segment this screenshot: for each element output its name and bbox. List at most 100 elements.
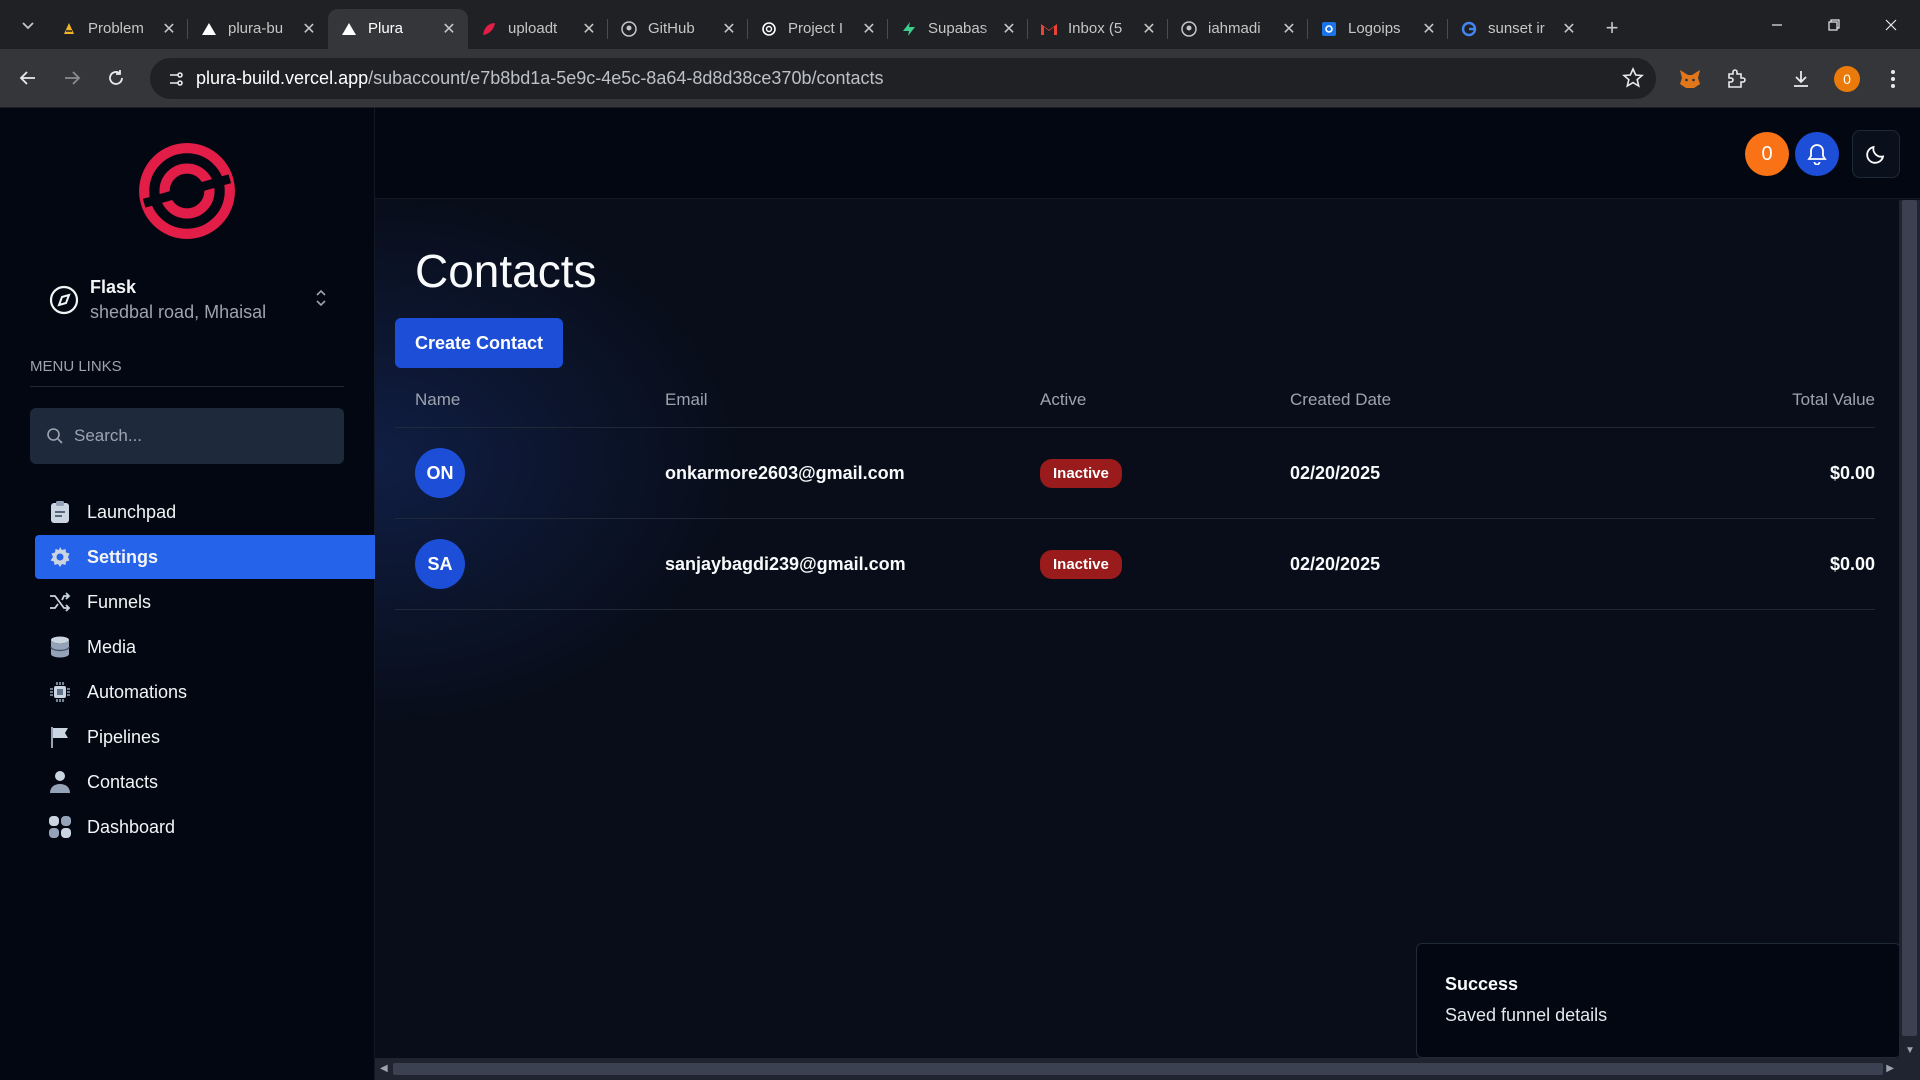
menu-links-heading: MENU LINKS [30,358,122,375]
browser-tab[interactable]: plura-bu ✕ [187,9,328,49]
tab-label: Inbox (5 [1068,20,1123,37]
forward-button[interactable] [50,56,94,100]
column-header-active[interactable]: Active [1040,372,1086,427]
page-title: Contacts [415,245,597,297]
close-icon[interactable]: ✕ [1420,19,1438,39]
tab-label: Problem [88,20,144,37]
browser-tab[interactable]: sunset ir ✕ [1447,9,1588,49]
sidebar-item-launchpad[interactable]: Launchpad [35,490,375,534]
chevron-down-icon [22,21,34,29]
email-cell: onkarmore2603@gmail.com [665,462,905,483]
github-icon [620,20,638,38]
minimize-button[interactable] [1748,0,1806,49]
tab-label: uploadt [508,20,558,37]
back-button[interactable] [6,56,50,100]
table-row[interactable]: SA sanjaybagdi239@gmail.com Inactive 02/… [395,519,1875,610]
close-icon[interactable]: ✕ [1280,19,1298,39]
browser-tab[interactable]: Problem ✕ [48,9,188,49]
bookmark-star-icon[interactable] [1622,67,1644,94]
avatar: ON [415,448,465,498]
close-icon[interactable]: ✕ [440,19,458,39]
openai-icon [760,20,778,38]
tab-label: sunset ir [1488,20,1545,37]
scrollbar-thumb[interactable] [393,1063,1883,1075]
metamask-extension-icon[interactable] [1672,61,1708,97]
user-avatar-button[interactable]: 0 [1745,132,1789,176]
status-badge: Inactive [1040,458,1122,488]
create-contact-button[interactable]: Create Contact [395,318,564,368]
scrollbar-thumb[interactable] [1902,200,1917,1036]
app-topbar: 0 [375,108,1920,199]
close-icon[interactable]: ✕ [1560,19,1578,39]
column-header-name[interactable]: Name [415,372,460,427]
name-cell: SA [415,519,465,609]
notifications-button[interactable] [1795,132,1839,176]
google-icon [1460,20,1478,38]
browser-tab[interactable]: Supabas ✕ [887,9,1028,49]
browser-menu-icon[interactable] [1875,61,1911,97]
close-icon[interactable]: ✕ [160,19,178,39]
table-row[interactable]: ON onkarmore2603@gmail.com Inactive 02/2… [395,428,1875,519]
close-icon[interactable]: ✕ [300,19,318,39]
column-header-total-value[interactable]: Total Value [1792,372,1875,427]
download-icon[interactable] [1783,61,1819,97]
browser-tab[interactable]: Project I ✕ [747,9,888,49]
account-switcher[interactable]: Flask shedbal road, Mhaisal [48,272,328,328]
sidebar-item-dashboard[interactable]: Dashboard [35,805,375,849]
total-value-cell: $0.00 [1829,553,1875,574]
theme-toggle-button[interactable] [1852,130,1900,178]
horizontal-scrollbar[interactable]: ◀ ▶ [375,1058,1920,1080]
browser-tab[interactable]: uploadt ✕ [468,9,608,49]
browser-tab[interactable]: Logoips ✕ [1307,9,1448,49]
table-header: Name Email Active Created Date Total Val… [395,372,1875,428]
tab-label: GitHub [648,20,695,37]
close-icon[interactable]: ✕ [860,19,878,39]
browser-tabstrip: Problem ✕ plura-bu ✕ Plura ✕ uploadt ✕ G… [0,0,1920,49]
vertical-scrollbar[interactable]: ▼ [1899,200,1920,1058]
site-info-icon[interactable] [156,70,196,88]
sidebar-search[interactable] [30,408,344,464]
restore-icon [1828,18,1840,31]
sidebar-item-pipelines[interactable]: Pipelines [35,715,375,759]
restore-button[interactable] [1805,0,1863,49]
sidebar-nav: Launchpad Settings Funnels Media Automat… [35,490,375,850]
close-icon[interactable]: ✕ [1140,19,1158,39]
browser-tab[interactable]: GitHub ✕ [607,9,748,49]
column-header-created-date[interactable]: Created Date [1290,372,1391,427]
email-cell: sanjaybagdi239@gmail.com [665,553,906,574]
scroll-down-arrow-icon[interactable]: ▼ [1905,1045,1915,1056]
close-icon[interactable]: ✕ [720,19,738,39]
scroll-left-arrow-icon[interactable]: ◀ [380,1063,388,1074]
search-input[interactable] [74,426,314,446]
profile-button[interactable]: 0 [1829,61,1865,97]
close-window-button[interactable] [1862,0,1920,49]
new-tab-button[interactable]: + [1594,10,1630,46]
browser-tab-active[interactable]: Plura ✕ [328,8,468,49]
moon-icon [1866,145,1885,164]
browser-tab[interactable]: iahmadi ✕ [1167,9,1308,49]
scroll-right-arrow-icon[interactable]: ▶ [1886,1063,1894,1074]
sidebar-item-settings[interactable]: Settings [35,535,375,579]
sidebar-item-media[interactable]: Media [35,625,375,669]
uploadthing-icon [480,20,498,38]
total-value-cell: $0.00 [1829,462,1875,483]
sidebar: Flask shedbal road, Mhaisal MENU LINKS L… [0,108,375,1080]
sidebar-item-automations[interactable]: Automations [35,670,375,714]
reload-button[interactable] [94,56,138,100]
browser-tab[interactable]: Inbox (5 ✕ [1027,9,1168,49]
url-path: /subaccount/e7b8bd1a-5e9c-4e5c-8a64-8d8d… [368,68,884,88]
close-icon[interactable]: ✕ [580,19,598,39]
column-header-email[interactable]: Email [665,372,708,427]
gmail-icon [1040,20,1058,38]
plura-logo[interactable] [136,140,238,242]
sidebar-item-label: Contacts [87,771,159,792]
sidebar-item-funnels[interactable]: Funnels [35,580,375,624]
toast-notification[interactable]: Success Saved funnel details [1416,943,1901,1058]
avatar: SA [415,539,465,589]
address-bar[interactable]: plura-build.vercel.app/subaccount/e7b8bd… [150,58,1656,99]
gear-icon [47,544,73,570]
tab-search-button[interactable] [8,5,48,45]
sidebar-item-contacts[interactable]: Contacts [35,760,375,804]
extensions-puzzle-icon[interactable] [1718,61,1754,97]
close-icon[interactable]: ✕ [1000,19,1018,39]
